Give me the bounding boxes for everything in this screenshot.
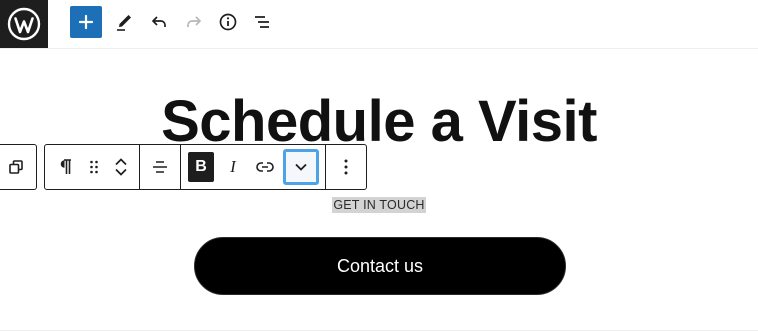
bold-button[interactable]: B: [185, 149, 217, 185]
plus-icon[interactable]: [70, 6, 102, 38]
move-up-icon[interactable]: [114, 157, 128, 166]
block-toolbar-group-format: B I: [181, 145, 326, 189]
contact-us-button[interactable]: Contact us: [194, 237, 566, 295]
redo-icon[interactable]: [178, 6, 210, 38]
pencil-icon[interactable]: [108, 6, 140, 38]
italic-label: I: [230, 157, 236, 176]
block-toolbar-group-align: [140, 145, 181, 189]
bold-label: B: [188, 152, 214, 182]
paragraph-icon[interactable]: [49, 149, 81, 185]
select-parent-button[interactable]: [0, 144, 37, 190]
select-parent-icon: [7, 158, 25, 176]
divider: [0, 330, 758, 331]
drag-handle-icon[interactable]: [81, 149, 107, 185]
move-down-icon[interactable]: [114, 168, 128, 177]
link-icon[interactable]: [249, 149, 281, 185]
eyebrow-paragraph[interactable]: GET IN TOUCH: [0, 196, 758, 214]
info-icon[interactable]: [212, 6, 244, 38]
more-options-icon[interactable]: [330, 149, 362, 185]
italic-button[interactable]: I: [217, 149, 249, 185]
block-toolbar-group-block: [45, 145, 140, 189]
align-icon[interactable]: [144, 149, 176, 185]
more-rich-text-controls-button[interactable]: [281, 149, 321, 185]
block-mover: [107, 149, 135, 185]
block-toolbar: B I: [44, 144, 367, 190]
editor-top-bar: [0, 0, 758, 49]
wordpress-logo-icon[interactable]: [0, 0, 48, 48]
chevron-down-icon: [283, 149, 319, 185]
undo-icon[interactable]: [143, 6, 175, 38]
list-view-icon[interactable]: [246, 6, 278, 38]
selected-text[interactable]: GET IN TOUCH: [332, 197, 426, 213]
block-toolbar-group-options: [326, 145, 366, 189]
